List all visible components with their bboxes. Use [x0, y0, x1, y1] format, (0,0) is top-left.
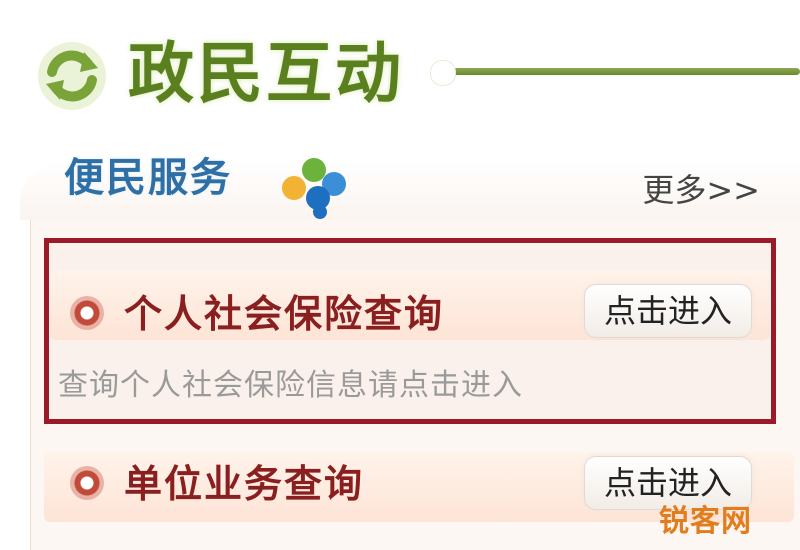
more-link[interactable]: 更多>>	[642, 168, 760, 212]
colored-dots-icon	[282, 158, 346, 219]
header-divider-cap	[430, 60, 456, 86]
item-description	[58, 530, 678, 550]
section-title: 便民服务	[64, 155, 232, 201]
header: 政民互动	[0, 0, 800, 135]
watermark: 锐客网	[659, 504, 752, 539]
bullet-icon	[70, 466, 104, 500]
item-description: 查询个人社会保险信息请点击进入	[58, 368, 523, 403]
header-divider	[444, 68, 800, 75]
enter-button-social-insurance[interactable]: 点击进入	[584, 284, 752, 338]
item-title-social-insurance[interactable]: 个人社会保险查询	[124, 290, 444, 338]
section-header: 便民服务 更多>>	[0, 140, 800, 220]
bullet-icon	[70, 296, 104, 330]
page-title: 政民互动	[128, 35, 404, 112]
item-title-unit-business[interactable]: 单位业务查询	[124, 460, 364, 508]
refresh-arrows-icon	[38, 42, 106, 110]
